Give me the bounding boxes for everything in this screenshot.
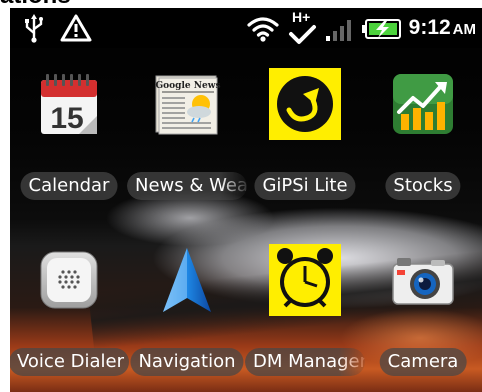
app-label: Camera (379, 348, 467, 376)
page-heading-fragment: ations (0, 0, 71, 8)
hplus-data-icon: H+ (288, 9, 318, 47)
app-dm-manager[interactable]: DM Manager (245, 244, 365, 392)
usb-icon (25, 14, 43, 43)
network-type-label: H+ (292, 9, 311, 25)
clock-ampm: AM (452, 21, 476, 38)
news-header-text: Google News (155, 81, 220, 91)
status-clock[interactable]: 9:12 AM (409, 16, 476, 42)
stocks-icon (393, 74, 453, 134)
calendar-day-text: 15 (50, 102, 83, 135)
app-label: Calendar (20, 172, 118, 200)
voice-dialer-icon (40, 251, 98, 309)
warning-icon (60, 14, 92, 42)
signal-bars-icon (326, 20, 351, 41)
status-bar[interactable]: H+ 9:12 AM (10, 8, 482, 48)
gipsi-lite-icon (269, 68, 341, 140)
app-voice-dialer[interactable]: Voice Dialer (10, 244, 129, 392)
wifi-icon (247, 17, 279, 42)
clock-time: 9:12 (408, 16, 451, 39)
app-calendar[interactable]: 15 Calendar (10, 68, 128, 228)
app-label: Voice Dialer (10, 348, 129, 376)
dm-manager-icon (269, 244, 341, 316)
app-label: DM Manager (245, 348, 365, 376)
app-camera[interactable]: Camera (364, 244, 482, 392)
app-news-weather[interactable]: Google News News & Weather (127, 68, 247, 228)
calendar-icon: 15 (41, 74, 97, 135)
app-label: GiPSi Lite (254, 172, 356, 200)
app-gipsi-lite[interactable]: GiPSi Lite (246, 68, 364, 228)
app-label: Navigation (130, 348, 244, 376)
android-home-screen: H+ 9:12 AM 15 Calendar Google News News … (10, 8, 482, 392)
app-label: News & Weather (127, 172, 247, 200)
app-navigation[interactable]: Navigation (128, 244, 246, 392)
camera-icon (392, 258, 454, 305)
navigation-icon (163, 248, 211, 312)
news-weather-icon: Google News (155, 75, 221, 135)
app-stocks[interactable]: Stocks (364, 68, 482, 228)
battery-charging-icon (362, 19, 401, 39)
app-label: Stocks (385, 172, 461, 200)
